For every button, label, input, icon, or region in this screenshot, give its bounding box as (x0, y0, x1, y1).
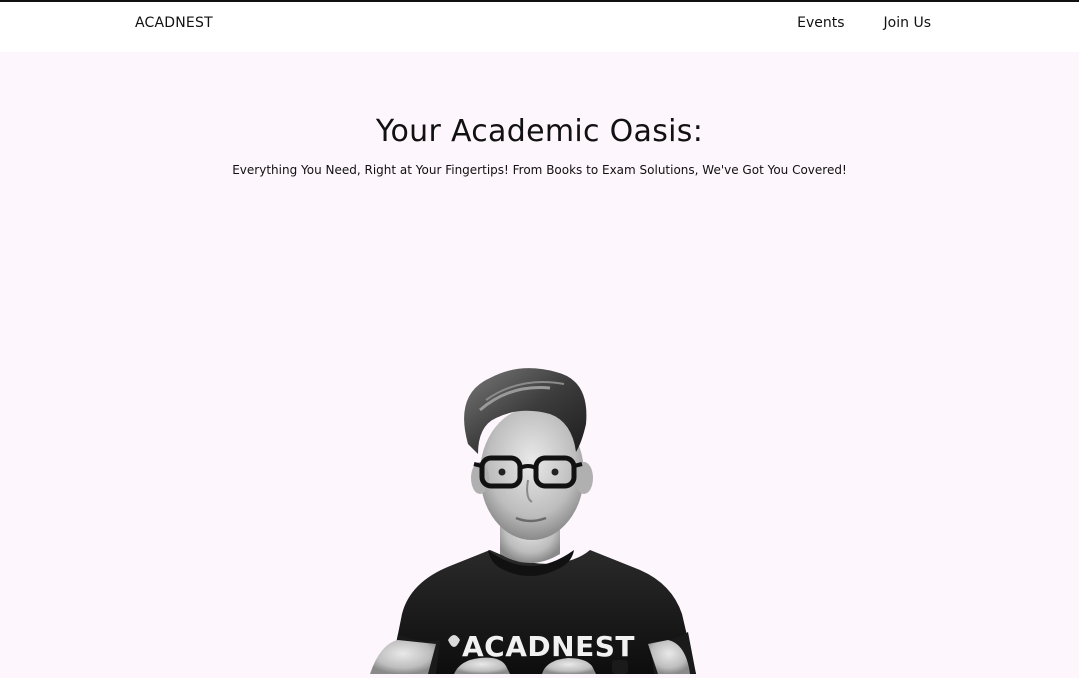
hero-subtitle: Everything You Need, Right at Your Finge… (232, 163, 847, 177)
hero-title: Your Academic Oasis: (375, 114, 704, 149)
nav-link-events[interactable]: Events (797, 15, 844, 31)
watch-icon (612, 660, 628, 674)
brand-logo-text[interactable]: ACADNEST (135, 15, 213, 31)
hero-section: Your Academic Oasis: Everything You Need… (0, 52, 1079, 674)
navbar: ACADNEST Events Join Us (0, 2, 1079, 52)
nav-link-join-us[interactable]: Join Us (884, 15, 931, 31)
student-illustration: ACADNEST (350, 314, 710, 674)
nav-links: Events Join Us (797, 15, 931, 31)
